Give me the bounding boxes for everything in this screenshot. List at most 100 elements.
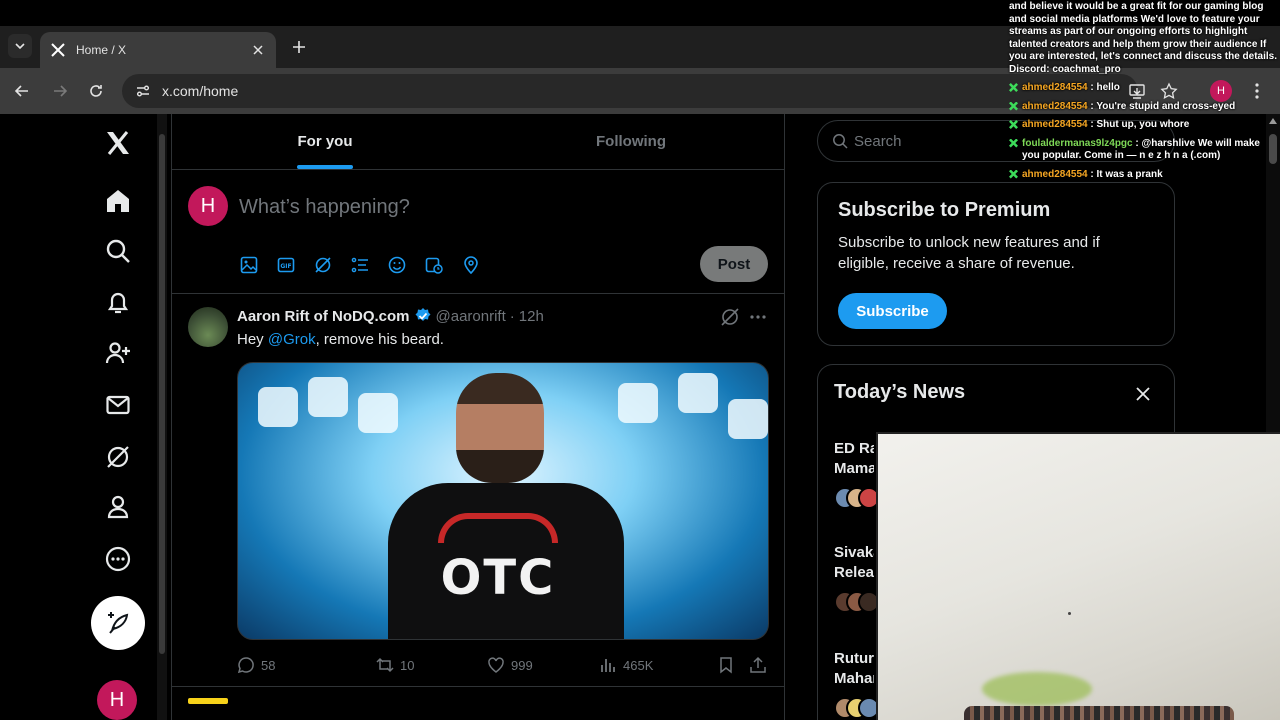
news-item-headline[interactable]: Sivaka Releas: [834, 543, 874, 583]
tweet-time[interactable]: 12h: [519, 308, 544, 325]
tweet-author-name[interactable]: Aaron Rift of NoDQ.com: [237, 308, 410, 325]
account-avatar[interactable]: H: [97, 680, 137, 720]
share-button[interactable]: [749, 656, 769, 674]
media-image-icon[interactable]: [238, 254, 260, 276]
composer-input[interactable]: What’s happening?: [239, 196, 410, 219]
poll-icon[interactable]: [349, 254, 371, 276]
browser-tab-home[interactable]: Home / X: [40, 32, 276, 68]
new-tab-button[interactable]: [288, 36, 310, 58]
close-icon[interactable]: [1134, 385, 1152, 403]
repost-button[interactable]: 10: [376, 656, 487, 674]
grok-icon[interactable]: [103, 442, 133, 472]
news-headline-line: ED Ra: [834, 440, 874, 457]
search-input[interactable]: Search: [854, 133, 902, 150]
chat-username: ahmed284554: [1022, 100, 1088, 112]
back-button[interactable]: [11, 80, 33, 102]
svg-text:GIF: GIF: [280, 263, 291, 270]
tweet-text: Hey @Grok, remove his beard.: [237, 331, 444, 348]
reload-icon: [90, 85, 102, 97]
tweet-handle[interactable]: @aaronrift: [436, 308, 506, 325]
chat-badge-icon: [1009, 138, 1018, 148]
left-scrollbar[interactable]: [157, 114, 167, 720]
emoji-icon[interactable]: [386, 254, 408, 276]
tab-following[interactable]: Following: [478, 114, 784, 169]
reply-button[interactable]: 58: [237, 656, 376, 674]
news-headline-line: Sivaka: [834, 544, 874, 561]
gif-icon[interactable]: GIF: [275, 254, 297, 276]
next-tweet-avatar-partial[interactable]: [188, 698, 228, 704]
heart-icon: [488, 657, 504, 673]
tweet[interactable]: Aaron Rift of NoDQ.com @aaronrift · 12h …: [172, 295, 784, 687]
tweet-media-image[interactable]: OTC: [237, 362, 769, 640]
close-icon[interactable]: [250, 42, 266, 58]
chat-message: ahmed284554 : It was a prank: [1006, 169, 1280, 182]
compose-post-button[interactable]: [91, 596, 145, 650]
composer-avatar[interactable]: H: [188, 186, 228, 226]
address-bar[interactable]: x.com/home: [122, 74, 1138, 108]
subscribe-button[interactable]: Subscribe: [838, 293, 947, 329]
left-scrollbar-thumb[interactable]: [159, 134, 165, 654]
search-icon[interactable]: [103, 236, 133, 266]
tab-for-you[interactable]: For you: [172, 114, 478, 169]
notifications-bell-icon[interactable]: [103, 288, 133, 318]
webcam-overlay: [876, 432, 1280, 720]
chat-username: foulaldermanas9lz4pgc: [1022, 137, 1133, 149]
news-headline-line: Releas: [834, 564, 874, 581]
tweet-text-suffix: , remove his beard.: [315, 331, 444, 348]
post-button[interactable]: Post: [700, 246, 768, 282]
home-icon[interactable]: [103, 186, 133, 216]
grok-explain-icon[interactable]: [720, 307, 740, 327]
news-item-headline[interactable]: Rutura Mahar: [834, 649, 874, 689]
more-horizontal-icon[interactable]: [748, 307, 768, 327]
arrow-left-icon: [14, 85, 28, 97]
location-pin-icon[interactable]: [460, 254, 482, 276]
site-settings-icon[interactable]: [134, 82, 152, 100]
views-button[interactable]: 465K: [599, 656, 717, 674]
tweet-text-prefix: Hey: [237, 331, 268, 348]
verified-badge-icon: [414, 307, 432, 325]
grok-compose-icon[interactable]: [312, 254, 334, 276]
news-avatars: [834, 487, 880, 509]
follow-people-icon[interactable]: [103, 338, 133, 368]
stage-light: [258, 387, 298, 427]
post-composer: H What’s happening? GIF Post: [172, 170, 784, 294]
webcam-patterned-cloth: [964, 706, 1234, 720]
x-logo-icon[interactable]: [103, 128, 133, 158]
news-avatars: [834, 591, 880, 613]
chat-badge-icon: [1009, 120, 1018, 129]
chat-badge-icon: [1009, 83, 1018, 92]
chat-message-intro: and believe it would be a great fit for …: [1009, 1, 1278, 75]
share-upload-icon: [750, 656, 766, 673]
plus-icon: [293, 41, 305, 53]
tweet-mention-link[interactable]: @Grok: [268, 331, 316, 348]
messages-envelope-icon[interactable]: [103, 390, 133, 420]
chevron-down-icon: [15, 43, 25, 50]
views-count: 465K: [623, 657, 654, 673]
wrestler-head: [456, 373, 544, 483]
composer-tools: GIF: [238, 254, 482, 276]
repost-count: 10: [400, 657, 415, 673]
tab-search-button[interactable]: [8, 34, 32, 58]
news-item-headline[interactable]: ED Ra Mama: [834, 439, 874, 479]
premium-card: Subscribe to Premium Subscribe to unlock…: [817, 182, 1175, 346]
more-circle-icon[interactable]: [103, 544, 133, 574]
reply-count: 58: [261, 657, 276, 673]
chat-message: ahmed284554 : You're stupid and cross-ey…: [1006, 101, 1280, 114]
active-tab-indicator: [297, 165, 353, 169]
tab-label: For you: [297, 133, 353, 150]
chat-text: : Shut up, you whore: [1087, 119, 1190, 130]
bookmark-button[interactable]: [717, 656, 749, 674]
chat-username: ahmed284554: [1022, 119, 1088, 130]
views-bar-chart-icon: [601, 659, 615, 672]
search-icon: [833, 134, 848, 149]
schedule-icon[interactable]: [423, 254, 445, 276]
reply-bubble-icon: [237, 657, 254, 674]
forward-button[interactable]: [49, 80, 71, 102]
webcam-speck: [1068, 612, 1071, 615]
reload-button[interactable]: [85, 80, 107, 102]
stage-light: [728, 399, 768, 439]
like-button[interactable]: 999: [487, 656, 599, 674]
stream-chat-overlay: and believe it would be a great fit for …: [1006, 0, 1280, 182]
tweet-author-avatar[interactable]: [188, 307, 228, 347]
profile-person-icon[interactable]: [103, 492, 133, 522]
